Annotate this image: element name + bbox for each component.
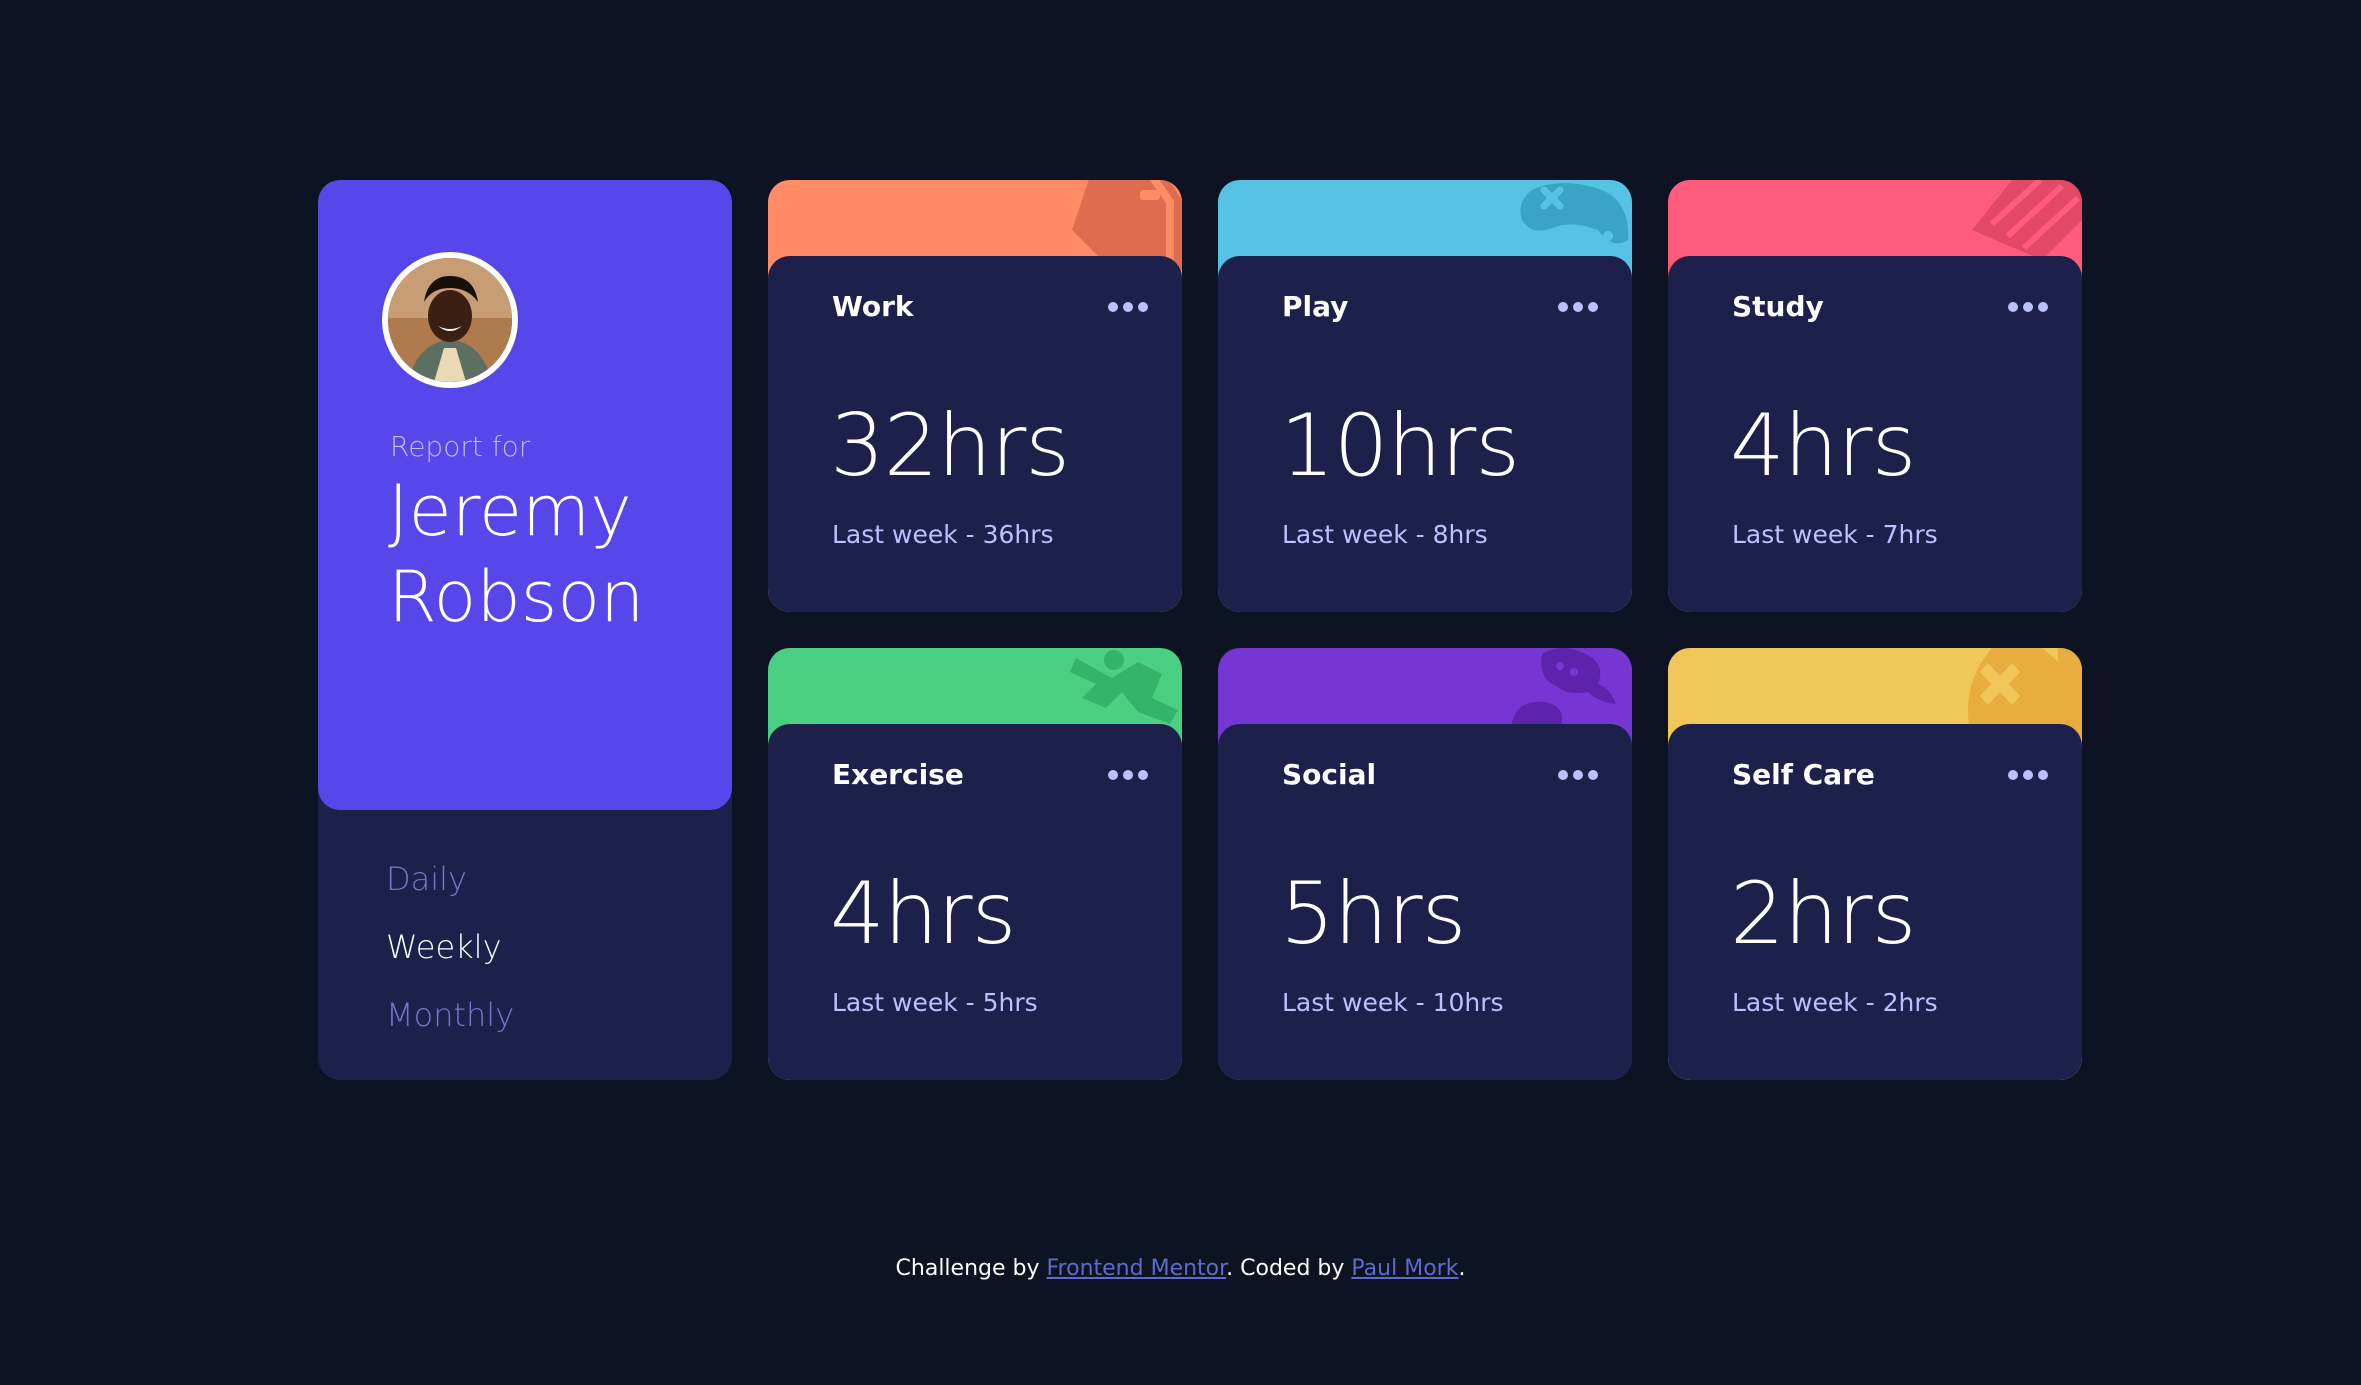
user-last-name: Robson (388, 556, 645, 638)
previous-hours: Last week - 8hrs (1282, 520, 1488, 549)
card-title: Self Care (1732, 758, 1875, 791)
card-title: Social (1282, 758, 1377, 791)
card-exercise: Exercise 4hrs Last week - 5hrs (768, 648, 1182, 1080)
card-body: Self Care 2hrs Last week - 2hrs (1668, 724, 2082, 1080)
current-hours: 10hrs (1280, 396, 1520, 496)
user-first-name: Jeremy (388, 470, 632, 552)
card-body: Work 32hrs Last week - 36hrs (768, 256, 1182, 612)
profile-card: Report for Jeremy Robson Daily Weekly Mo… (318, 180, 732, 1080)
more-options-icon[interactable] (2008, 770, 2048, 780)
card-body: Study 4hrs Last week - 7hrs (1668, 256, 2082, 612)
card-title: Play (1282, 290, 1349, 323)
challenge-by-text: Challenge by (895, 1256, 1040, 1281)
time-tracking-dashboard: Report for Jeremy Robson Daily Weekly Mo… (318, 180, 2082, 1080)
current-hours: 5hrs (1280, 864, 1466, 964)
frontend-mentor-link[interactable]: Frontend Mentor (1047, 1256, 1227, 1281)
avatar (382, 252, 518, 388)
previous-hours: Last week - 2hrs (1732, 988, 1938, 1017)
card-body: Play 10hrs Last week - 8hrs (1218, 256, 1632, 612)
card-social: Social 5hrs Last week - 10hrs (1218, 648, 1632, 1080)
card-work: Work 32hrs Last week - 36hrs (768, 180, 1182, 612)
previous-hours: Last week - 36hrs (832, 520, 1054, 549)
card-body: Social 5hrs Last week - 10hrs (1218, 724, 1632, 1080)
period-monthly[interactable]: Monthly (386, 992, 514, 1038)
card-title: Exercise (832, 758, 964, 791)
card-self-care: Self Care 2hrs Last week - 2hrs (1668, 648, 2082, 1080)
previous-hours: Last week - 10hrs (1282, 988, 1504, 1017)
more-options-icon[interactable] (1558, 770, 1598, 780)
more-options-icon[interactable] (1108, 770, 1148, 780)
card-body: Exercise 4hrs Last week - 5hrs (768, 724, 1182, 1080)
coded-by-text: . Coded by (1226, 1256, 1345, 1281)
report-for-label: Report for (390, 430, 531, 463)
period-daily[interactable]: Daily (386, 856, 514, 902)
more-options-icon[interactable] (2008, 302, 2048, 312)
card-title: Work (832, 290, 914, 323)
current-hours: 32hrs (830, 396, 1070, 496)
current-hours: 4hrs (830, 864, 1016, 964)
previous-hours: Last week - 7hrs (1732, 520, 1938, 549)
user-name: Jeremy Robson (388, 468, 718, 640)
current-hours: 2hrs (1730, 864, 1916, 964)
profile-header: Report for Jeremy Robson (318, 180, 732, 810)
more-options-icon[interactable] (1558, 302, 1598, 312)
card-title: Study (1732, 290, 1824, 323)
current-hours: 4hrs (1730, 396, 1916, 496)
attribution-footer: Challenge by Frontend Mentor. Coded by P… (0, 1256, 2361, 1281)
more-options-icon[interactable] (1108, 302, 1148, 312)
footer-period: . (1458, 1256, 1466, 1281)
period-selector: Daily Weekly Monthly (386, 856, 514, 1038)
card-play: Play 10hrs Last week - 8hrs (1218, 180, 1632, 612)
previous-hours: Last week - 5hrs (832, 988, 1038, 1017)
period-weekly[interactable]: Weekly (386, 924, 514, 970)
card-study: Study 4hrs Last week - 7hrs (1668, 180, 2082, 612)
author-link[interactable]: Paul Mork (1351, 1256, 1458, 1281)
